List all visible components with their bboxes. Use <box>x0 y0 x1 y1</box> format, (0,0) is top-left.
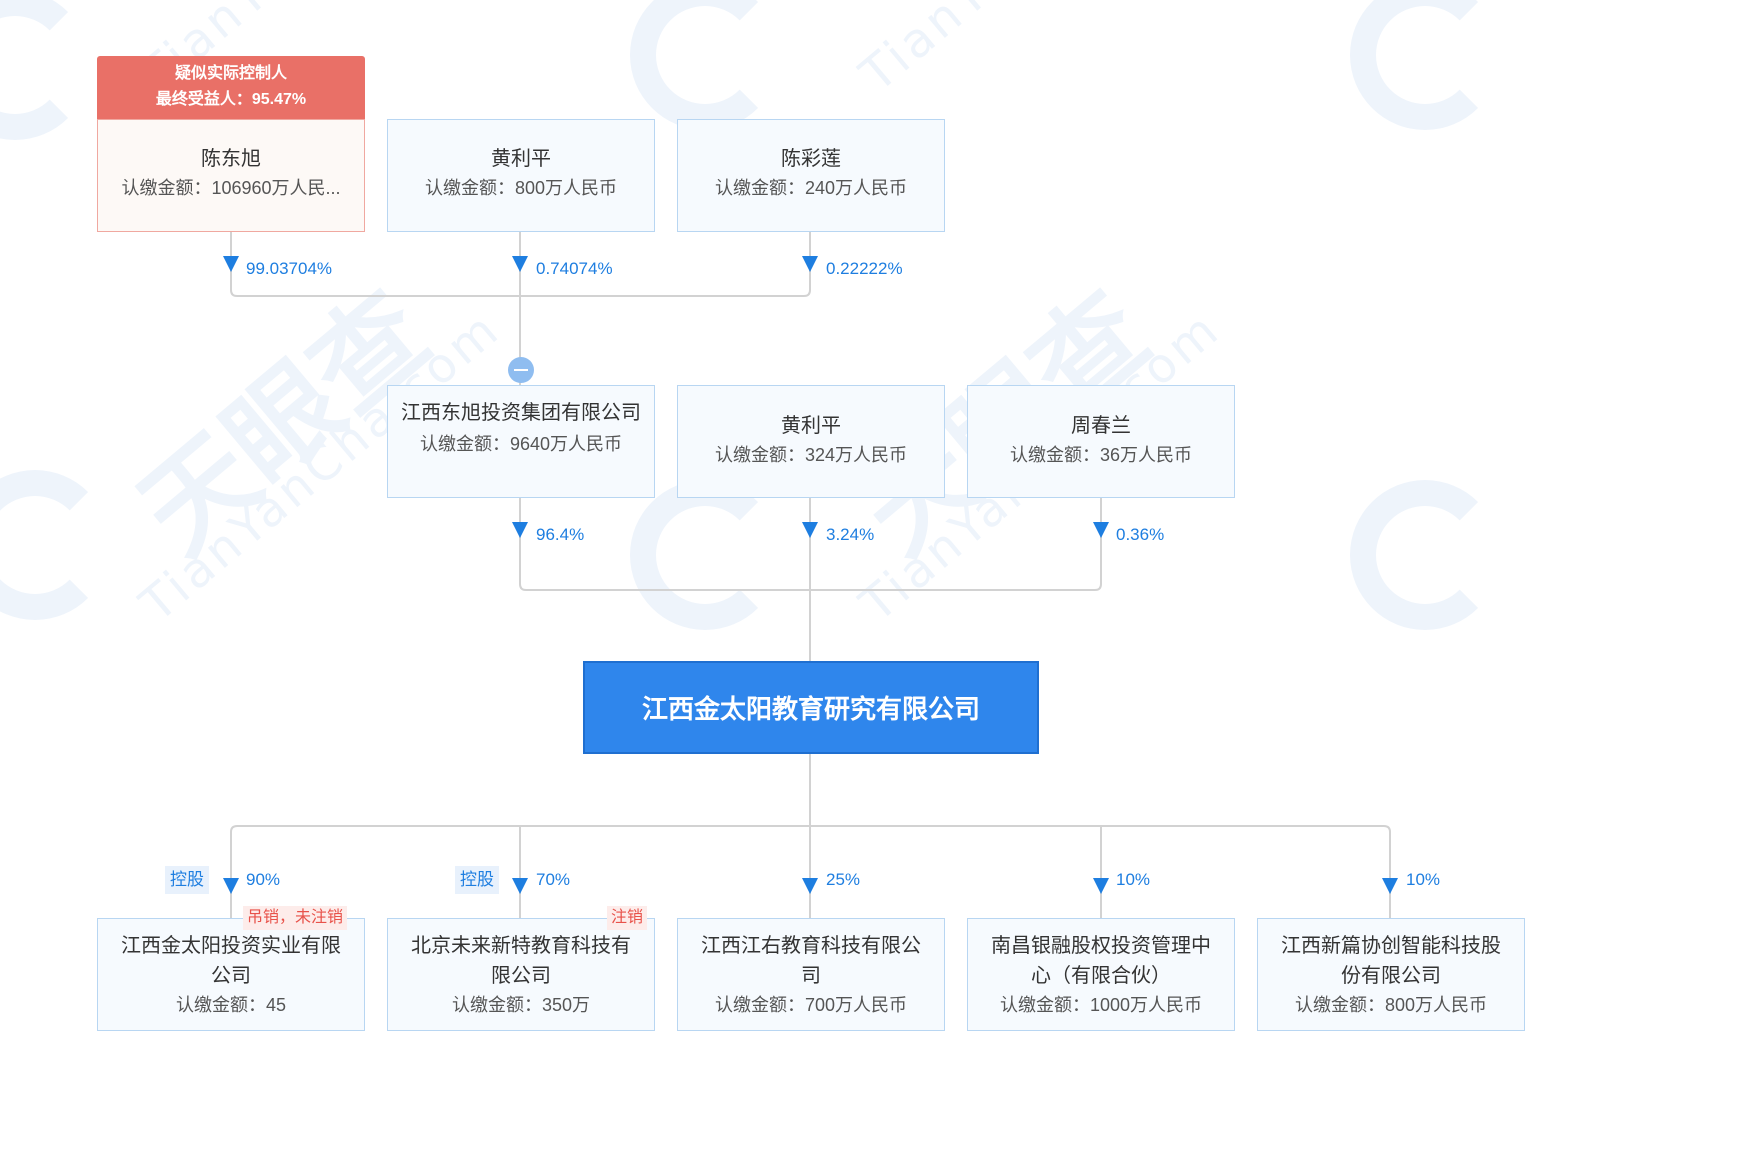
shareholder-amount: 认缴金额：9640万人民币 <box>419 434 623 454</box>
share-percent: 0.22222% <box>826 259 903 278</box>
holding-tag: 控股 <box>455 866 499 894</box>
status-badge: 吊销，未注销 <box>243 906 348 930</box>
shareholder-node[interactable]: 江西东旭投资集团有限公司 认缴金额：9640万人民币 <box>387 385 655 498</box>
share-percent: 0.36% <box>1116 525 1165 544</box>
share-percent: 96.4% <box>536 525 585 544</box>
shareholder-name: 陈彩莲 <box>781 148 841 170</box>
subsidiary-amount: 认缴金额：45 <box>175 995 287 1015</box>
arrow-down-icon <box>512 878 528 894</box>
subsidiary-node[interactable]: 江西金太阳投资实业有限公司 认缴金额：45 <box>97 918 365 1031</box>
share-percent: 10% <box>1116 870 1151 889</box>
shareholder-name: 周春兰 <box>1071 415 1131 437</box>
arrow-down-icon <box>1382 878 1398 894</box>
share-percent: 90% <box>246 870 281 889</box>
shareholder-name: 黄利平 <box>491 148 551 170</box>
shareholder-amount: 认缴金额：324万人民币 <box>714 445 908 465</box>
arrow-down-icon <box>512 522 528 538</box>
shareholder-name: 黄利平 <box>781 415 841 437</box>
share-percent: 99.03704% <box>246 259 333 278</box>
subsidiary-node[interactable]: 南昌银融股权投资管理中心（有限合伙） 认缴金额：1000万人民币 <box>967 918 1235 1031</box>
arrow-down-icon <box>802 878 818 894</box>
subsidiary-name: 北京未来新特教育科技有限公司 <box>411 935 631 987</box>
subsidiary-name: 南昌银融股权投资管理中心（有限合伙） <box>991 935 1211 987</box>
subsidiary-name: 江西新篇协创智能科技股份有限公司 <box>1281 935 1501 987</box>
arrow-down-icon <box>1093 522 1109 538</box>
holding-tag: 控股 <box>165 866 209 894</box>
arrow-down-icon <box>223 256 239 272</box>
shareholder-node[interactable]: 黄利平 认缴金额：800万人民币 <box>387 119 655 232</box>
subsidiary-name: 江西江右教育科技有限公司 <box>701 935 921 987</box>
shareholder-node[interactable]: 黄利平 认缴金额：324万人民币 <box>677 385 945 498</box>
share-percent: 3.24% <box>826 525 875 544</box>
subsidiary-node[interactable]: 北京未来新特教育科技有限公司 认缴金额：350万 <box>387 918 655 1031</box>
subsidiary-name: 江西金太阳投资实业有限公司 <box>121 935 341 987</box>
shareholder-node[interactable]: 陈东旭 认缴金额：106960万人民... <box>97 119 365 232</box>
shareholder-amount: 认缴金额：36万人民币 <box>1009 445 1193 465</box>
arrow-down-icon <box>1093 878 1109 894</box>
arrow-down-icon <box>802 522 818 538</box>
collapse-toggle-icon[interactable] <box>508 357 534 383</box>
shareholder-node[interactable]: 周春兰 认缴金额：36万人民币 <box>967 385 1235 498</box>
share-percent: 25% <box>826 870 861 889</box>
subsidiary-amount: 认缴金额：1000万人民币 <box>999 995 1203 1015</box>
share-percent: 70% <box>536 870 571 889</box>
arrow-down-icon <box>512 256 528 272</box>
subsidiary-amount: 认缴金额：700万人民币 <box>714 995 908 1015</box>
shareholder-amount: 认缴金额：106960万人民... <box>121 178 341 198</box>
arrow-down-icon <box>223 878 239 894</box>
shareholder-amount: 认缴金额：800万人民币 <box>424 178 618 198</box>
arrow-down-icon <box>802 256 818 272</box>
equity-diagram: 天眼查 天眼查 TianYanCha.com TianYanCha.com Ti… <box>0 0 1568 1041</box>
shareholder-amount: 认缴金额：240万人民币 <box>714 178 908 198</box>
shareholder-name: 陈东旭 <box>201 148 261 170</box>
controller-badge-line1: 疑似实际控制人 <box>174 65 287 82</box>
controller-badge: 疑似实际控制人 最终受益人：95.47% <box>97 56 365 128</box>
main-company-node[interactable]: 江西金太阳教育研究有限公司 <box>583 661 1039 754</box>
controller-badge-line2: 最终受益人：95.47% <box>155 91 307 108</box>
shareholder-node[interactable]: 陈彩莲 认缴金额：240万人民币 <box>677 119 945 232</box>
subsidiary-node[interactable]: 江西新篇协创智能科技股份有限公司 认缴金额：800万人民币 <box>1257 918 1525 1031</box>
shareholder-name: 江西东旭投资集团有限公司 <box>401 402 641 424</box>
status-badge: 注销 <box>607 906 648 930</box>
share-percent: 10% <box>1406 870 1441 889</box>
share-percent: 0.74074% <box>536 259 613 278</box>
subsidiary-amount: 认缴金额：800万人民币 <box>1294 995 1488 1015</box>
subsidiary-node[interactable]: 江西江右教育科技有限公司 认缴金额：700万人民币 <box>677 918 945 1031</box>
subsidiary-amount: 认缴金额：350万 <box>451 995 591 1015</box>
